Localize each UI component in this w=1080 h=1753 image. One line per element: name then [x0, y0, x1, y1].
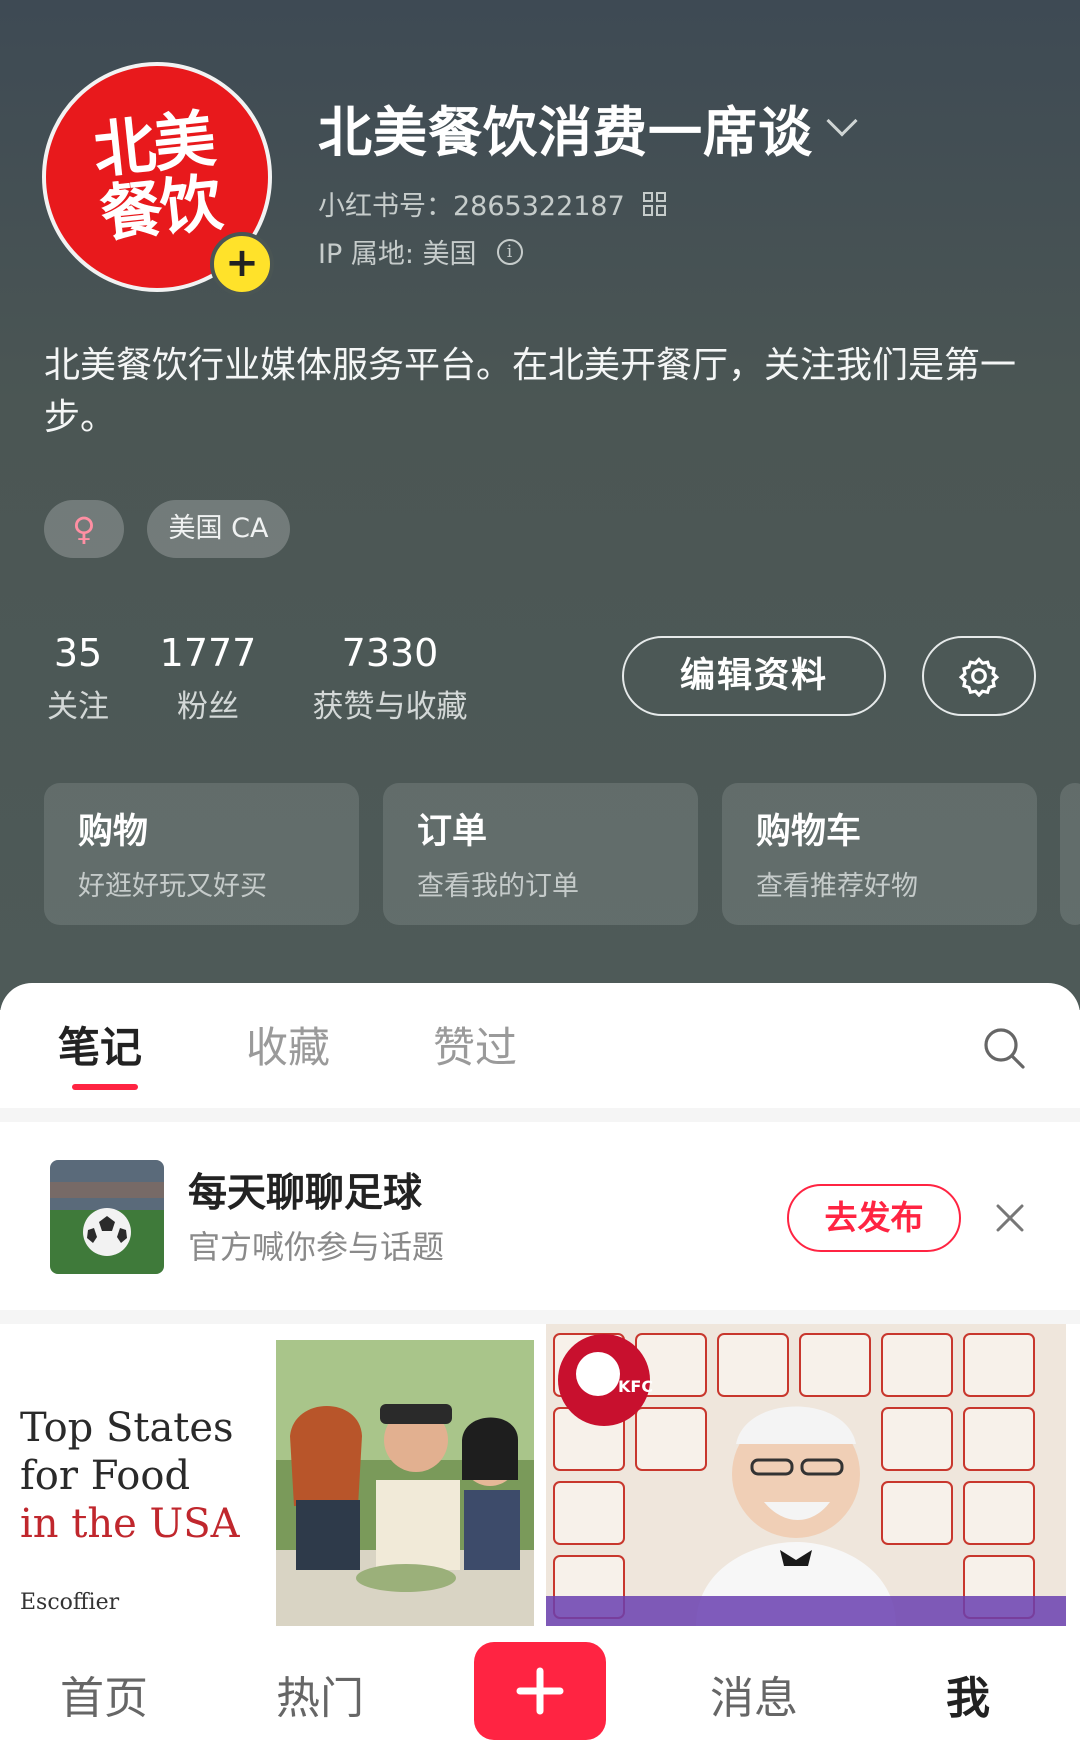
- people-photo: [276, 1340, 534, 1626]
- section-divider: [0, 1108, 1080, 1122]
- card-cart-title: 购物车: [756, 812, 862, 852]
- note-cover-line: Top States: [20, 1405, 234, 1451]
- stat-likes[interactable]: 7330 获赞与收藏: [300, 628, 480, 732]
- avatar-logo-text: 北美 餐饮: [90, 102, 224, 251]
- kfc-cover-image: KFC: [546, 1324, 1066, 1626]
- bottom-nav: 首页 热门 消息 我: [0, 1626, 1080, 1753]
- nav-me[interactable]: 我: [946, 1662, 990, 1726]
- card-shopping-subtitle: 好逛好玩又好买: [78, 871, 267, 902]
- card-shopping[interactable]: 购物 好逛好玩又好买: [44, 783, 359, 925]
- tab-liked[interactable]: 赞过: [433, 1020, 517, 1076]
- add-avatar-button[interactable]: +: [210, 232, 274, 296]
- note-cover-line: in the USA: [20, 1501, 240, 1547]
- section-divider: [0, 1310, 1080, 1324]
- note-cover-title: Top States for Food in the USA: [20, 1404, 240, 1548]
- nav-hot[interactable]: 热门: [276, 1662, 364, 1726]
- account-id: 小红书号：2865322187: [318, 191, 625, 222]
- profile-name: 北美餐饮消费一席谈: [318, 101, 813, 164]
- close-icon[interactable]: [992, 1200, 1028, 1236]
- topic-thumbnail: [50, 1160, 164, 1274]
- qr-code-icon[interactable]: [642, 191, 667, 216]
- location-tag: 美国 CA: [147, 500, 290, 558]
- stat-followers[interactable]: 1777 粉丝: [158, 628, 258, 732]
- topic-banner[interactable]: 每天聊聊足球 官方喊你参与话题 去发布: [14, 1122, 1066, 1310]
- card-cart[interactable]: 购物车 查看推荐好物: [722, 783, 1037, 925]
- edit-profile-button[interactable]: 编辑资料: [622, 636, 886, 716]
- stat-likes-label: 获赞与收藏: [312, 689, 468, 725]
- search-icon[interactable]: [982, 1026, 1026, 1070]
- card-orders-title: 订单: [417, 812, 488, 852]
- nav-messages[interactable]: 消息: [710, 1662, 798, 1726]
- nav-home[interactable]: 首页: [60, 1662, 148, 1726]
- topic-title: 每天聊聊足球: [188, 1171, 423, 1216]
- settings-button[interactable]: [922, 636, 1036, 716]
- stat-following-count: 35: [53, 631, 103, 675]
- plus-icon: [516, 1667, 564, 1715]
- stat-followers-count: 1777: [159, 631, 257, 675]
- stat-following[interactable]: 35 关注: [40, 628, 116, 732]
- account-id-row: 小红书号：2865322187: [318, 184, 667, 223]
- note-card[interactable]: Top States for Food in the USA Escoffier: [14, 1324, 534, 1626]
- stat-followers-label: 粉丝: [177, 689, 239, 725]
- profile-bio: 北美餐饮行业媒体服务平台。在北美开餐厅，关注我们是第一步。: [44, 345, 1017, 438]
- card-next-partial[interactable]: [1060, 783, 1080, 925]
- info-icon[interactable]: i: [496, 238, 523, 265]
- tab-notes[interactable]: 笔记: [58, 1020, 142, 1076]
- tab-collections[interactable]: 收藏: [246, 1020, 330, 1076]
- note-card[interactable]: KFC: [546, 1324, 1066, 1626]
- card-orders[interactable]: 订单 查看我的订单: [383, 783, 698, 925]
- create-post-button[interactable]: [474, 1642, 606, 1740]
- card-shopping-title: 购物: [78, 812, 149, 852]
- ip-location: IP 属地: 美国: [318, 239, 477, 270]
- stat-following-label: 关注: [47, 689, 109, 725]
- gender-tag: ♀: [44, 500, 124, 558]
- chevron-down-icon[interactable]: [826, 104, 858, 137]
- brand-logo: Escoffier: [20, 1590, 120, 1615]
- card-orders-subtitle: 查看我的订单: [417, 871, 579, 902]
- card-cart-subtitle: 查看推荐好物: [756, 871, 918, 902]
- ip-location-row: IP 属地: 美国 i: [318, 232, 523, 271]
- gear-icon: [958, 657, 1000, 697]
- profile-name-row[interactable]: 北美餐饮消费一席谈: [318, 88, 858, 167]
- note-cover-line: for Food: [20, 1453, 191, 1499]
- profile-header: 北美 餐饮 + 北美餐饮消费一席谈 小红书号：2865322187 IP 属地: …: [0, 0, 1080, 1010]
- topic-subtitle: 官方喊你参与话题: [188, 1228, 445, 1266]
- publish-button[interactable]: 去发布: [787, 1184, 961, 1252]
- kfc-logo-text: KFC: [618, 1377, 653, 1396]
- active-tab-indicator: [72, 1084, 138, 1090]
- stat-likes-count: 7330: [341, 631, 439, 675]
